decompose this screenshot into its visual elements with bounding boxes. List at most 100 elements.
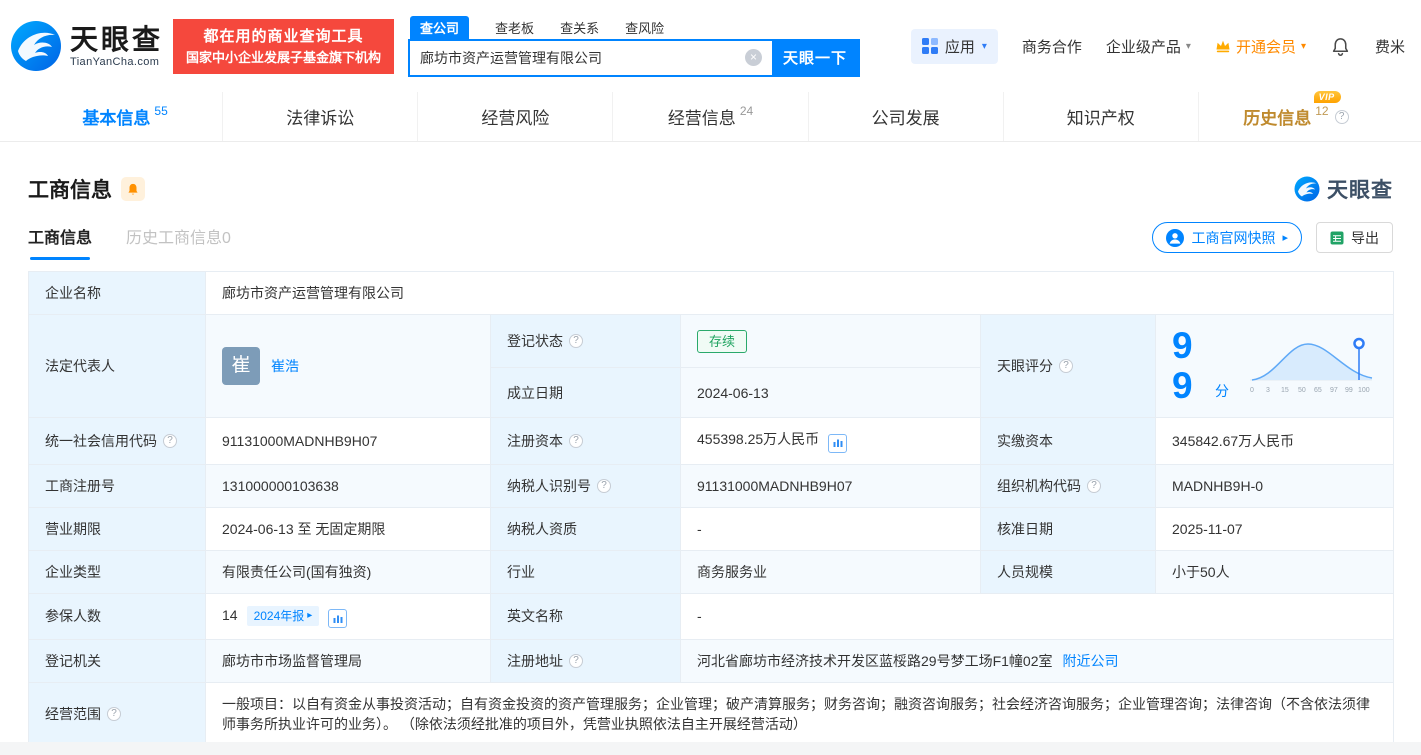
- search-bar: × 天眼一下: [408, 39, 860, 77]
- field-label: 参保人数: [45, 606, 101, 626]
- field-value: 345842.67万人民币: [1172, 433, 1294, 449]
- search-tab-company[interactable]: 查公司: [410, 16, 469, 39]
- export-label: 导出: [1351, 228, 1379, 248]
- annual-report-label: 2024年报: [254, 607, 305, 625]
- search-tab-relation[interactable]: 查关系: [560, 18, 599, 39]
- apps-menu-button[interactable]: 应用 ▾: [911, 29, 998, 64]
- apps-label: 应用: [945, 36, 975, 57]
- legal-rep-avatar[interactable]: 崔: [222, 347, 260, 385]
- help-icon[interactable]: ?: [569, 434, 583, 448]
- arrow-right-icon: ▸: [1282, 231, 1288, 244]
- score-axis-tick: 0: [1250, 387, 1254, 394]
- table-row-business-term: 营业期限 2024-06-13 至 无固定期限 纳税人资质 - 核准日期 202…: [29, 507, 1394, 550]
- nav-enterprise-products[interactable]: 企业级产品 ▾: [1106, 36, 1191, 57]
- tab-business-activity[interactable]: 经营信息 24: [612, 92, 807, 141]
- crown-icon: [1215, 39, 1231, 53]
- logo-subtitle: TianYanCha.com: [70, 56, 163, 68]
- nav-open-vip[interactable]: 开通会员 ▾: [1215, 36, 1306, 57]
- field-value: -: [697, 521, 702, 537]
- field-value: 2024-06-13 至 无固定期限: [222, 521, 385, 537]
- help-icon[interactable]: ?: [569, 654, 583, 668]
- tianyancha-logo[interactable]: 天眼查 TianYanCha.com: [10, 20, 163, 72]
- search-button[interactable]: 天眼一下: [772, 41, 858, 75]
- nearby-companies-link[interactable]: 附近公司: [1062, 653, 1118, 669]
- tab-basic-info[interactable]: 基本信息 55: [28, 92, 222, 141]
- legal-rep-link[interactable]: 崔浩: [271, 356, 299, 376]
- field-value: 廊坊市市场监督管理局: [222, 653, 362, 669]
- official-snapshot-button[interactable]: 工商官网快照 ▸: [1152, 222, 1302, 253]
- header-nav: 应用 ▾ 商务合作 企业级产品 ▾ 开通会员 ▾ 费米: [911, 29, 1405, 64]
- tab-legal-proceedings[interactable]: 法律诉讼: [222, 92, 417, 141]
- field-value: 有限责任公司(国有独资): [222, 564, 371, 580]
- notification-bell-icon[interactable]: [1330, 36, 1351, 57]
- subtab-history-business-info[interactable]: 历史工商信息0: [126, 224, 231, 260]
- snapshot-label: 工商官网快照: [1191, 228, 1275, 248]
- help-icon[interactable]: ?: [107, 707, 121, 721]
- field-value: 2024-06-13: [697, 385, 769, 401]
- field-value: MADNHB9H-0: [1172, 478, 1263, 494]
- section-header: 工商信息 天眼查: [28, 174, 1393, 204]
- company-name: 廊坊市资产运营管理有限公司: [222, 285, 404, 301]
- score-axis-tick: 97: [1330, 387, 1338, 394]
- help-icon[interactable]: ?: [1087, 479, 1101, 493]
- tab-company-development[interactable]: 公司发展: [808, 92, 1003, 141]
- field-label: 天眼评分: [997, 356, 1053, 376]
- business-info-table: 企业名称 廊坊市资产运营管理有限公司 法定代表人 崔 崔浩 登记状态? 存续 天…: [28, 271, 1394, 746]
- field-label: 人员规模: [997, 562, 1053, 582]
- enterprise-label: 企业级产品: [1106, 36, 1181, 57]
- table-row-company-name: 企业名称 廊坊市资产运营管理有限公司: [29, 272, 1394, 315]
- nav-business-cooperation[interactable]: 商务合作: [1022, 36, 1082, 57]
- table-row-reg-number: 工商注册号 131000000103638 纳税人识别号? 91131000MA…: [29, 464, 1394, 507]
- score-axis-tick: 65: [1314, 387, 1322, 394]
- clear-icon[interactable]: ×: [745, 49, 762, 66]
- tab-label: 公司发展: [872, 104, 940, 129]
- field-label: 行业: [507, 562, 535, 582]
- table-row-business-scope: 经营范围? 一般项目：以自有资金从事投资活动；自有资金投资的资产管理服务；企业管…: [29, 683, 1394, 746]
- field-label: 企业名称: [45, 283, 101, 303]
- search-block: 查公司 查老板 查关系 查风险 × 天眼一下: [408, 16, 860, 77]
- chevron-down-icon: ▾: [1186, 41, 1191, 52]
- watermark-text: 天眼查: [1327, 174, 1393, 204]
- field-value: 91131000MADNHB9H07: [222, 433, 377, 449]
- tab-count: 12: [1315, 104, 1328, 118]
- field-value: -: [697, 608, 702, 624]
- table-row-legal-rep: 法定代表人 崔 崔浩 登记状态? 存续 天眼评分? 99 分: [29, 315, 1394, 368]
- help-icon[interactable]: ?: [1335, 110, 1349, 124]
- tianyancha-logo-icon: [10, 20, 62, 72]
- field-label: 英文名称: [507, 606, 563, 626]
- subscribe-bell-icon[interactable]: [121, 177, 145, 201]
- score-unit: 分: [1215, 381, 1229, 401]
- search-tab-boss[interactable]: 查老板: [495, 18, 534, 39]
- tianyan-score[interactable]: 99 分 0 3 15 50 65 97 99: [1172, 326, 1377, 406]
- table-row-insured: 参保人数 142024年报▸ 英文名称 -: [29, 593, 1394, 640]
- help-icon[interactable]: ?: [163, 434, 177, 448]
- capital-structure-icon[interactable]: [328, 609, 347, 628]
- tab-operating-risk[interactable]: 经营风险: [417, 92, 612, 141]
- site-header: 天眼查 TianYanCha.com 都在用的商业查询工具 国家中小企业发展子基…: [0, 0, 1421, 92]
- tab-label: 历史信息: [1243, 104, 1311, 129]
- capital-structure-icon[interactable]: [828, 434, 847, 453]
- subtab-business-info[interactable]: 工商信息: [28, 224, 92, 260]
- help-icon[interactable]: ?: [597, 479, 611, 493]
- arrow-right-icon: ▸: [307, 607, 312, 625]
- help-icon[interactable]: ?: [569, 334, 583, 348]
- field-label: 经营范围: [45, 704, 101, 724]
- search-tab-risk[interactable]: 查风险: [625, 18, 664, 39]
- field-label: 营业期限: [45, 519, 101, 539]
- field-label: 工商注册号: [45, 476, 115, 496]
- export-button[interactable]: 导出: [1316, 222, 1393, 253]
- field-value: 小于50人: [1172, 564, 1230, 580]
- field-label: 登记状态: [507, 331, 563, 351]
- field-label: 企业类型: [45, 562, 101, 582]
- help-icon[interactable]: ?: [1059, 359, 1073, 373]
- field-value: 131000000103638: [222, 478, 339, 494]
- annual-report-badge[interactable]: 2024年报▸: [247, 606, 320, 626]
- search-input[interactable]: [410, 50, 745, 66]
- nav-fermi[interactable]: 费米: [1375, 36, 1405, 57]
- vip-label: 开通会员: [1236, 36, 1296, 57]
- tab-history-info[interactable]: VIP 历史信息 12 ?: [1198, 92, 1393, 141]
- tab-label: 知识产权: [1067, 104, 1135, 129]
- grid-icon: [922, 38, 938, 54]
- table-row-company-type: 企业类型 有限责任公司(国有独资) 行业 商务服务业 人员规模 小于50人: [29, 550, 1394, 593]
- tab-intellectual-property[interactable]: 知识产权: [1003, 92, 1198, 141]
